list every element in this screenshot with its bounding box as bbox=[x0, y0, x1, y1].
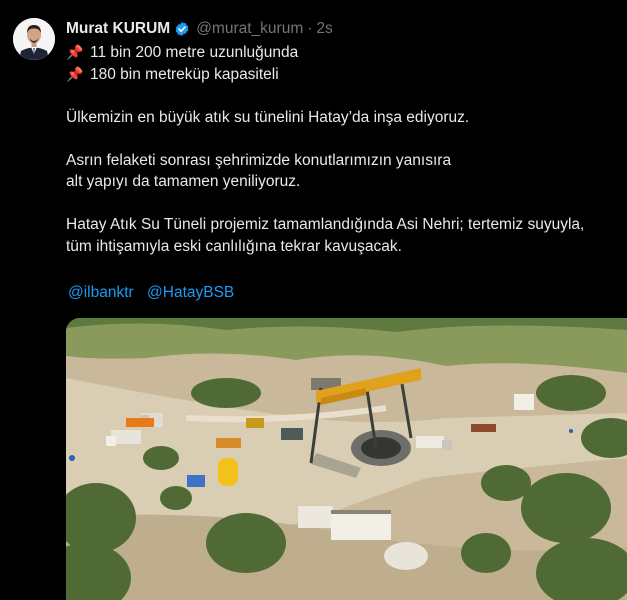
avatar-portrait-image bbox=[13, 18, 55, 60]
tweet-media-image[interactable] bbox=[66, 318, 627, 600]
bullet-text: 11 bin 200 metre uzunluğunda bbox=[90, 44, 299, 61]
author-avatar[interactable] bbox=[13, 18, 55, 60]
paragraph-3-line: tüm ihtişamıyla eski canlılığına tekrar … bbox=[66, 237, 402, 255]
header-separator: · bbox=[307, 20, 313, 37]
mention-link[interactable]: @HatayBSB bbox=[147, 284, 234, 301]
pushpin-icon: 📌 bbox=[66, 44, 84, 60]
author-handle[interactable]: @murat_kurum bbox=[196, 20, 303, 38]
mention-link[interactable]: @ilbanktr bbox=[68, 284, 134, 301]
pushpin-icon: 📌 bbox=[66, 65, 84, 82]
verified-badge-icon[interactable] bbox=[174, 21, 190, 37]
author-name[interactable]: Murat KURUM bbox=[66, 20, 170, 38]
bullet-line: 📌 11 bin 200 metre uzunluğunda bbox=[66, 42, 627, 64]
tweet-text: 📌 11 bin 200 metre uzunluğunda 📌 180 bin m… bbox=[66, 42, 627, 257]
tweet-timestamp[interactable]: 2s bbox=[316, 20, 332, 38]
tweet-header: Murat KURUM @murat_kurum · 2s bbox=[66, 20, 333, 38]
bullet-line: 📌 180 bin metreküp kapasiteli bbox=[66, 64, 627, 86]
mentions-row: @ilbanktr @HatayBSB bbox=[68, 284, 243, 302]
aerial-construction-site-image bbox=[66, 318, 627, 600]
paragraph-2-line: alt yapıyı da tamamen yeniliyoruz. bbox=[66, 173, 301, 190]
paragraph-2-line: Asrın felaketi sonrası şehrimizde konutl… bbox=[66, 151, 452, 169]
paragraph-1-line: Ülkemizin en büyük atık su tünelini Hata… bbox=[66, 108, 470, 126]
paragraph-3-line: Hatay Atık Su Tüneli projemiz tamamlandı… bbox=[66, 216, 585, 233]
bullet-text: 180 bin metreküp kapasiteli bbox=[90, 65, 279, 83]
